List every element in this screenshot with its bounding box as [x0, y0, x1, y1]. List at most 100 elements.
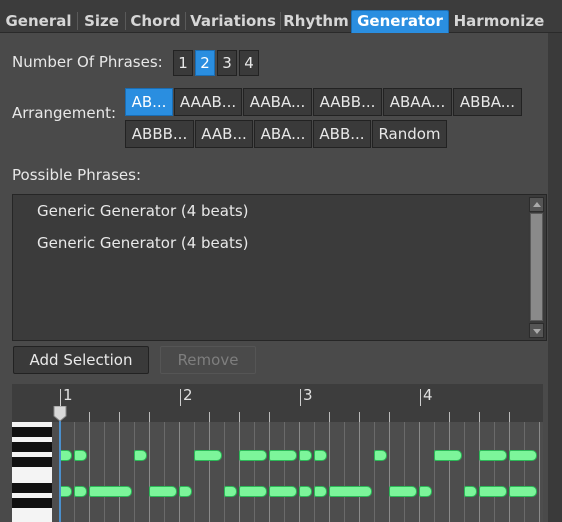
midi-note[interactable] [419, 486, 432, 497]
grid-line [479, 422, 480, 522]
grid-line [134, 422, 135, 522]
grid-line [434, 422, 435, 522]
grid-line [269, 422, 270, 522]
tab-variations[interactable]: Variations [186, 10, 280, 33]
remove-button[interactable]: Remove [160, 346, 256, 374]
arrangement-ab-button[interactable]: AB... [125, 88, 173, 116]
grid-line [359, 422, 360, 522]
arrangement-aba-button[interactable]: ABA... [254, 120, 312, 148]
midi-note[interactable] [269, 450, 297, 461]
black-key [12, 427, 52, 437]
midi-note[interactable] [239, 450, 267, 461]
midi-note[interactable] [299, 450, 312, 461]
grid-line [389, 422, 390, 522]
beat-ruler[interactable]: 1 2 3 4 [12, 384, 543, 422]
ruler-beat-tick [180, 389, 181, 406]
grid-line [149, 422, 150, 522]
grid-line [284, 422, 285, 522]
arrangement-aaab-button[interactable]: AAAB... [174, 88, 242, 116]
arrangement-aaba-button[interactable]: AABA... [243, 88, 312, 116]
add-selection-button[interactable]: Add Selection [13, 346, 149, 374]
grid-line [374, 422, 375, 522]
grid-line [119, 422, 120, 522]
grid-line [164, 422, 165, 522]
ruler-sub-tick [449, 412, 450, 422]
grid-line [494, 422, 495, 522]
number-of-phrases-label: Number Of Phrases: [12, 53, 163, 71]
phrase-count-1-button[interactable]: 1 [173, 50, 193, 76]
tab-generator[interactable]: Generator [351, 10, 449, 33]
grid-line [239, 422, 240, 522]
tab-harmonize[interactable]: Harmonize [450, 10, 548, 33]
grid-line [224, 422, 225, 522]
arrangement-random-button[interactable]: Random [372, 120, 447, 148]
phrase-count-2-button[interactable]: 2 [195, 50, 215, 76]
midi-note[interactable] [239, 486, 267, 497]
midi-note[interactable] [314, 450, 327, 461]
arrangement-aabb-button[interactable]: AABB... [313, 88, 382, 116]
grid-line [449, 422, 450, 522]
possible-phrases-list[interactable]: Generic Generator (4 beats) Generic Gene… [12, 194, 547, 341]
black-key [12, 457, 52, 467]
ruler-sub-tick [239, 412, 240, 422]
tab-rhythm[interactable]: Rhythm [281, 10, 351, 33]
scroll-down-button[interactable] [529, 323, 544, 338]
phrase-count-4-button[interactable]: 4 [239, 50, 259, 76]
ruler-sub-tick [209, 412, 210, 422]
ruler-sub-tick [89, 412, 90, 422]
tab-general[interactable]: General [0, 10, 77, 33]
midi-note[interactable] [179, 486, 192, 497]
midi-note[interactable] [464, 486, 477, 497]
grid-line [209, 422, 210, 522]
ruler-sub-tick [119, 412, 120, 422]
phrase-list-scrollbar[interactable] [528, 196, 545, 339]
midi-note[interactable] [149, 486, 177, 497]
ruler-sub-tick [359, 412, 360, 422]
grid-line [509, 422, 510, 522]
midi-note[interactable] [389, 486, 417, 497]
midi-note[interactable] [134, 450, 147, 461]
tab-size[interactable]: Size [78, 10, 125, 33]
ruler-sub-tick [479, 412, 480, 422]
playhead [59, 406, 61, 522]
midi-note[interactable] [74, 486, 87, 497]
ruler-beat-tick [60, 389, 61, 406]
midi-note[interactable] [89, 486, 132, 497]
piano-roll[interactable]: 1 2 3 4 [12, 384, 543, 522]
grid-line [104, 422, 105, 522]
list-item[interactable]: Generic Generator (4 beats) [37, 234, 249, 252]
arrangement-aab-button[interactable]: AAB... [195, 120, 253, 148]
ruler-sub-tick [509, 412, 510, 422]
midi-note[interactable] [509, 450, 537, 461]
arrangement-abb-button[interactable]: ABB... [313, 120, 371, 148]
midi-note[interactable] [509, 486, 537, 497]
grid-line [404, 422, 405, 522]
midi-note[interactable] [74, 450, 87, 461]
midi-note[interactable] [434, 450, 462, 461]
arrow-up-icon [533, 202, 541, 207]
tab-bar: General Size Chord Variations Rhythm Gen… [0, 0, 562, 33]
ruler-sub-tick [149, 412, 150, 422]
midi-note[interactable] [224, 486, 237, 497]
midi-note[interactable] [194, 450, 222, 461]
grid-line [314, 422, 315, 522]
note-grid[interactable] [52, 422, 543, 522]
midi-note[interactable] [314, 486, 327, 497]
midi-note[interactable] [479, 486, 507, 497]
midi-note[interactable] [269, 486, 297, 497]
list-item[interactable]: Generic Generator (4 beats) [37, 202, 249, 220]
grid-line [74, 422, 75, 522]
arrangement-abbb-button[interactable]: ABBB... [125, 120, 194, 148]
midi-note[interactable] [299, 486, 312, 497]
scrollbar-thumb[interactable] [530, 213, 543, 321]
midi-note[interactable] [479, 450, 507, 461]
arrow-down-icon [533, 329, 541, 334]
arrangement-abaa-button[interactable]: ABAA... [383, 88, 452, 116]
arrangement-abba-button[interactable]: ABBA... [453, 88, 522, 116]
scroll-up-button[interactable] [529, 197, 544, 212]
midi-note[interactable] [329, 486, 372, 497]
phrase-count-3-button[interactable]: 3 [217, 50, 237, 76]
tab-chord[interactable]: Chord [126, 10, 185, 33]
midi-note[interactable] [374, 450, 387, 461]
playhead-marker-icon[interactable] [53, 406, 67, 422]
